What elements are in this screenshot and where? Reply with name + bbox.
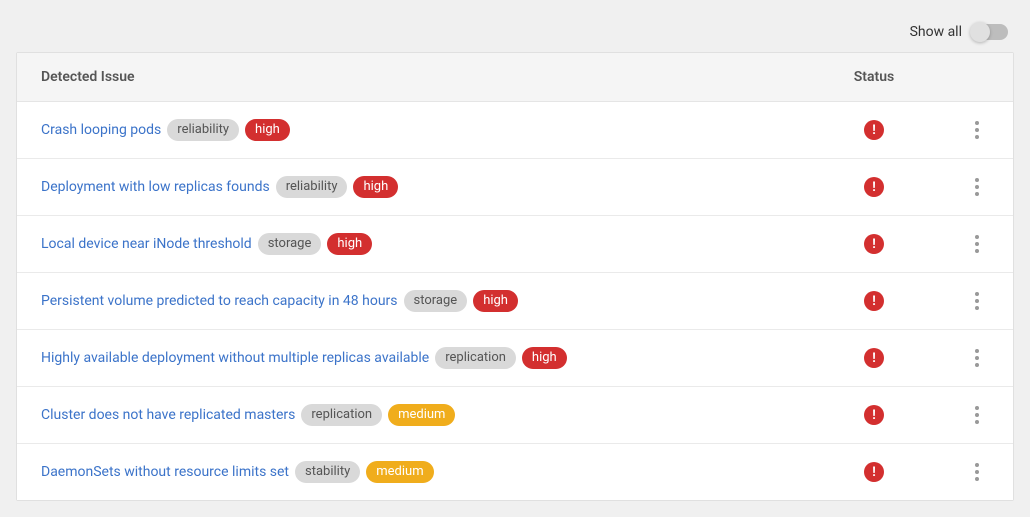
alert-icon: ! bbox=[864, 462, 884, 482]
actions-cell bbox=[929, 460, 989, 484]
category-badge: reliability bbox=[167, 119, 239, 142]
severity-badge: high bbox=[473, 290, 518, 313]
issue-cell: Deployment with low replicas founds relia… bbox=[41, 176, 819, 199]
show-all-label: Show all bbox=[910, 24, 962, 40]
actions-cell bbox=[929, 346, 989, 370]
status-cell: ! bbox=[819, 177, 929, 197]
table-header: Detected Issue Status bbox=[17, 53, 1013, 102]
category-badge: storage bbox=[404, 290, 468, 313]
issue-link[interactable]: Deployment with low replicas founds bbox=[41, 179, 270, 195]
toggle-knob bbox=[970, 22, 990, 42]
issue-cell: DaemonSets without resource limits set st… bbox=[41, 461, 819, 484]
issue-link[interactable]: Crash looping pods bbox=[41, 122, 161, 138]
table-row: Highly available deployment without mult… bbox=[17, 330, 1013, 387]
table-row: Persistent volume predicted to reach cap… bbox=[17, 273, 1013, 330]
alert-icon: ! bbox=[864, 177, 884, 197]
table-row: Deployment with low replicas founds relia… bbox=[17, 159, 1013, 216]
issue-link[interactable]: Local device near iNode threshold bbox=[41, 236, 252, 252]
status-cell: ! bbox=[819, 348, 929, 368]
kebab-icon[interactable] bbox=[965, 346, 989, 370]
status-cell: ! bbox=[819, 120, 929, 140]
severity-badge: medium bbox=[388, 404, 455, 427]
actions-cell bbox=[929, 403, 989, 427]
kebab-icon[interactable] bbox=[965, 403, 989, 427]
severity-badge: high bbox=[245, 119, 290, 142]
table-row: Cluster does not have replicated masters… bbox=[17, 387, 1013, 444]
issues-table: Detected Issue Status Crash looping pods… bbox=[16, 52, 1014, 501]
header-issue: Detected Issue bbox=[41, 69, 819, 85]
issue-cell: Persistent volume predicted to reach cap… bbox=[41, 290, 819, 313]
kebab-icon[interactable] bbox=[965, 460, 989, 484]
status-cell: ! bbox=[819, 234, 929, 254]
issue-link[interactable]: Persistent volume predicted to reach cap… bbox=[41, 293, 398, 309]
kebab-icon[interactable] bbox=[965, 232, 989, 256]
actions-cell bbox=[929, 289, 989, 313]
table-row: Crash looping pods reliability high! bbox=[17, 102, 1013, 159]
issue-link[interactable]: DaemonSets without resource limits set bbox=[41, 464, 289, 480]
alert-icon: ! bbox=[864, 120, 884, 140]
actions-cell bbox=[929, 175, 989, 199]
alert-icon: ! bbox=[864, 291, 884, 311]
alert-icon: ! bbox=[864, 234, 884, 254]
issue-link[interactable]: Cluster does not have replicated masters bbox=[41, 407, 295, 423]
status-cell: ! bbox=[819, 462, 929, 482]
actions-cell bbox=[929, 232, 989, 256]
actions-cell bbox=[929, 118, 989, 142]
kebab-icon[interactable] bbox=[965, 118, 989, 142]
category-badge: stability bbox=[295, 461, 360, 484]
issue-link[interactable]: Highly available deployment without mult… bbox=[41, 350, 429, 366]
severity-badge: high bbox=[327, 233, 372, 256]
issue-cell: Local device near iNode threshold storage… bbox=[41, 233, 819, 256]
show-all-toggle[interactable] bbox=[972, 24, 1008, 40]
severity-badge: medium bbox=[366, 461, 433, 484]
issue-cell: Crash looping pods reliability high bbox=[41, 119, 819, 142]
category-badge: replication bbox=[435, 347, 516, 370]
status-cell: ! bbox=[819, 291, 929, 311]
header-status: Status bbox=[819, 69, 929, 85]
table-row: DaemonSets without resource limits set st… bbox=[17, 444, 1013, 500]
category-badge: reliability bbox=[276, 176, 348, 199]
category-badge: storage bbox=[258, 233, 322, 256]
issue-cell: Highly available deployment without mult… bbox=[41, 347, 819, 370]
category-badge: replication bbox=[301, 404, 382, 427]
toolbar: Show all bbox=[16, 16, 1014, 52]
kebab-icon[interactable] bbox=[965, 289, 989, 313]
issue-cell: Cluster does not have replicated masters… bbox=[41, 404, 819, 427]
table-row: Local device near iNode threshold storage… bbox=[17, 216, 1013, 273]
severity-badge: high bbox=[522, 347, 567, 370]
kebab-icon[interactable] bbox=[965, 175, 989, 199]
status-cell: ! bbox=[819, 405, 929, 425]
severity-badge: high bbox=[353, 176, 398, 199]
alert-icon: ! bbox=[864, 348, 884, 368]
alert-icon: ! bbox=[864, 405, 884, 425]
